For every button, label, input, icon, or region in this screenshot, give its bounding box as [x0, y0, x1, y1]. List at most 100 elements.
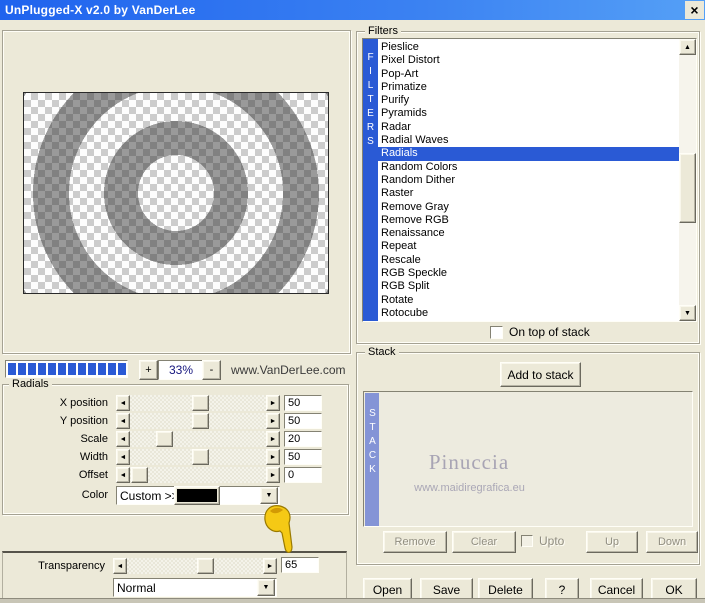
- filter-item[interactable]: RGB Speckle: [378, 267, 679, 280]
- slider-right-arrow-icon[interactable]: ►: [266, 449, 280, 465]
- filter-item[interactable]: Pieslice: [378, 41, 679, 54]
- slider-right-arrow-icon[interactable]: ►: [266, 395, 280, 411]
- close-button[interactable]: ×: [685, 1, 704, 19]
- slider-left-arrow-icon[interactable]: ◄: [116, 449, 130, 465]
- filter-item[interactable]: Pixel Distort: [378, 54, 679, 67]
- scroll-down-icon[interactable]: ▼: [679, 305, 696, 321]
- filter-item[interactable]: RGB Split: [378, 280, 679, 293]
- upto-checkbox[interactable]: [521, 535, 533, 547]
- scroll-up-icon[interactable]: ▲: [679, 39, 696, 55]
- filter-item[interactable]: Remove RGB: [378, 214, 679, 227]
- stack-list[interactable]: STACK Pinuccia www.maidiregrafica.eu: [363, 391, 693, 527]
- on-top-of-stack-checkrow: On top of stack: [490, 325, 590, 339]
- slider-left-arrow-icon[interactable]: ◄: [113, 558, 127, 574]
- blend-mode-combobox[interactable]: Normal ▼: [113, 578, 277, 597]
- slider-right-arrow-icon[interactable]: ►: [263, 558, 277, 574]
- filters-vertical-banner: FILTERS: [363, 39, 378, 321]
- stack-group-label: Stack: [365, 346, 399, 358]
- slider-thumb[interactable]: [197, 558, 214, 574]
- slider-left-arrow-icon[interactable]: ◄: [116, 413, 130, 429]
- x-position-slider[interactable]: ◄ ►: [116, 395, 280, 411]
- remove-button[interactable]: Remove: [383, 531, 447, 553]
- filter-item[interactable]: Radial Waves: [378, 134, 679, 147]
- offset-label: Offset: [78, 469, 108, 481]
- filter-list[interactable]: Pieslice Pixel Distort Pop-Art Primatize…: [378, 39, 679, 321]
- x-position-label: X position: [59, 397, 108, 409]
- width-label: Width: [79, 451, 108, 463]
- filter-item[interactable]: Rotodots: [378, 320, 679, 321]
- radials-group: Radials X position ◄ ► Y position ◄ ► Sc…: [2, 378, 349, 515]
- color-swatch: [177, 489, 217, 502]
- filter-item[interactable]: Renaissance: [378, 227, 679, 240]
- slider-left-arrow-icon[interactable]: ◄: [116, 395, 130, 411]
- scale-slider[interactable]: ◄ ►: [116, 431, 280, 447]
- slider-right-arrow-icon[interactable]: ►: [266, 413, 280, 429]
- filters-scrollbar[interactable]: ▲ ▼: [679, 39, 696, 321]
- filter-item[interactable]: Radar: [378, 121, 679, 134]
- slider-right-arrow-icon[interactable]: ►: [266, 431, 280, 447]
- chevron-down-icon[interactable]: ▼: [260, 487, 278, 504]
- transparency-label: Transparency: [38, 560, 105, 572]
- slider-thumb[interactable]: [192, 449, 209, 465]
- unplugged-x-dialog: UnPlugged-X v2.0 by VanDerLee × + 33% - …: [0, 0, 705, 603]
- upto-checkrow: Upto: [521, 534, 564, 548]
- zoom-percent: 33%: [158, 360, 204, 380]
- down-button[interactable]: Down: [646, 531, 698, 553]
- window-bottom-edge: [0, 598, 705, 603]
- filter-item[interactable]: Rotocube: [378, 307, 679, 320]
- filter-item[interactable]: Pop-Art: [378, 68, 679, 81]
- chevron-down-icon[interactable]: ▼: [257, 579, 275, 596]
- y-position-label: Y position: [59, 415, 108, 427]
- offset-value[interactable]: [284, 467, 322, 483]
- y-position-value[interactable]: [284, 413, 322, 429]
- filter-item[interactable]: Repeat: [378, 240, 679, 253]
- filter-item[interactable]: Rescale: [378, 254, 679, 267]
- offset-slider[interactable]: ◄ ►: [116, 467, 280, 483]
- slider-thumb[interactable]: [131, 467, 148, 483]
- filter-item[interactable]: Random Dither: [378, 174, 679, 187]
- watermark-url: www.maidiregrafica.eu: [414, 482, 525, 494]
- close-icon: ×: [690, 2, 699, 18]
- width-value[interactable]: [284, 449, 322, 465]
- filter-item-selected[interactable]: Radials: [378, 147, 679, 161]
- filter-item[interactable]: Random Colors: [378, 161, 679, 174]
- slider-thumb[interactable]: [192, 395, 209, 411]
- zoom-block: [8, 363, 16, 375]
- filter-item[interactable]: Rotate: [378, 294, 679, 307]
- filter-item[interactable]: Pyramids: [378, 107, 679, 120]
- radials-group-label: Radials: [9, 378, 52, 390]
- stack-vertical-banner: STACK: [365, 393, 379, 526]
- color-swatch-button[interactable]: [174, 486, 220, 505]
- slider-left-arrow-icon[interactable]: ◄: [116, 431, 130, 447]
- filter-item[interactable]: Remove Gray: [378, 201, 679, 214]
- filter-item[interactable]: Purify: [378, 94, 679, 107]
- width-slider[interactable]: ◄ ►: [116, 449, 280, 465]
- scale-value[interactable]: [284, 431, 322, 447]
- slider-thumb[interactable]: [192, 413, 209, 429]
- preview-image[interactable]: [23, 92, 329, 294]
- on-top-of-stack-checkbox[interactable]: [490, 325, 503, 339]
- scale-label: Scale: [80, 433, 108, 445]
- x-position-value[interactable]: [284, 395, 322, 411]
- slider-right-arrow-icon[interactable]: ►: [266, 467, 280, 483]
- up-button[interactable]: Up: [586, 531, 638, 553]
- filter-item[interactable]: Raster: [378, 187, 679, 200]
- transparency-value[interactable]: [281, 557, 319, 573]
- zoom-progress-bar: [5, 360, 128, 378]
- title-bar[interactable]: UnPlugged-X v2.0 by VanDerLee: [0, 0, 705, 20]
- blend-mode-value: Normal: [117, 580, 156, 595]
- zoom-in-button[interactable]: +: [139, 360, 158, 380]
- vendor-website: www.VanDerLee.com: [231, 363, 346, 377]
- color-label: Color: [81, 489, 108, 501]
- zoom-out-button[interactable]: -: [202, 360, 221, 380]
- y-position-slider[interactable]: ◄ ►: [116, 413, 280, 429]
- slider-thumb[interactable]: [156, 431, 173, 447]
- transparency-slider[interactable]: ◄ ►: [113, 558, 277, 574]
- slider-left-arrow-icon[interactable]: ◄: [116, 467, 130, 483]
- scrollbar-thumb[interactable]: [679, 153, 696, 223]
- filter-item[interactable]: Primatize: [378, 81, 679, 94]
- clear-button[interactable]: Clear: [452, 531, 516, 553]
- upto-label: Upto: [539, 534, 565, 548]
- filters-group-label: Filters: [365, 25, 401, 37]
- add-to-stack-button[interactable]: Add to stack: [500, 362, 581, 387]
